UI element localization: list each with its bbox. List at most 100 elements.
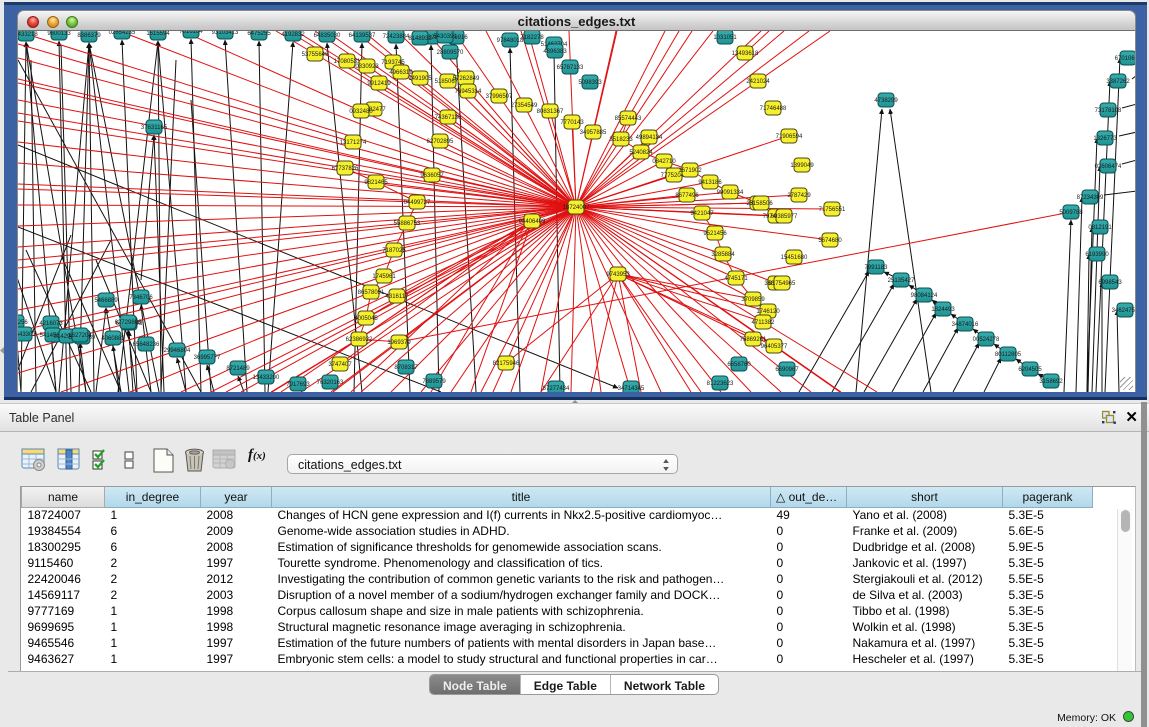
svg-text:9636057: 9636057 bbox=[420, 173, 444, 179]
svg-text:86578091: 86578091 bbox=[358, 290, 385, 296]
svg-text:3518233: 3518233 bbox=[609, 137, 633, 143]
svg-text:0812191: 0812191 bbox=[1088, 225, 1112, 231]
svg-text:6193990: 6193990 bbox=[1085, 252, 1109, 258]
svg-text:2787429: 2787429 bbox=[787, 193, 811, 199]
svg-text:02654235: 02654235 bbox=[109, 31, 136, 36]
svg-text:6658760: 6658760 bbox=[727, 362, 751, 368]
svg-text:65648236: 65648236 bbox=[133, 342, 160, 348]
svg-text:0842710: 0842710 bbox=[652, 159, 676, 165]
svg-text:7816184: 7816184 bbox=[179, 31, 203, 35]
svg-text:98084124: 98084124 bbox=[911, 293, 938, 299]
svg-text:3285884: 3285884 bbox=[711, 252, 735, 258]
svg-text:5009788: 5009788 bbox=[1059, 210, 1083, 216]
svg-text:04499727: 04499727 bbox=[404, 200, 431, 206]
svg-text:62702895: 62702895 bbox=[427, 139, 454, 145]
svg-text:73178108: 73178108 bbox=[1095, 108, 1122, 114]
svg-text:36995777: 36995777 bbox=[194, 355, 221, 361]
svg-text:9413186: 9413186 bbox=[698, 180, 722, 186]
svg-text:5158506: 5158506 bbox=[749, 201, 773, 207]
svg-text:13171274: 13171274 bbox=[340, 140, 367, 146]
svg-text:34714345: 34714345 bbox=[618, 386, 645, 392]
svg-text:7917693: 7917693 bbox=[286, 382, 310, 388]
svg-text:76320163: 76320163 bbox=[317, 380, 344, 386]
svg-text:0330923: 0330923 bbox=[355, 64, 379, 70]
svg-text:1969379: 1969379 bbox=[387, 340, 411, 346]
svg-text:1615594: 1615594 bbox=[146, 31, 170, 37]
svg-text:76945314: 76945314 bbox=[455, 89, 482, 95]
svg-text:3747407: 3747407 bbox=[328, 362, 352, 368]
svg-text:8677496: 8677496 bbox=[675, 193, 699, 199]
svg-text:0433218: 0433218 bbox=[18, 32, 38, 38]
svg-text:5430391: 5430391 bbox=[433, 34, 457, 40]
svg-text:8386379: 8386379 bbox=[77, 33, 101, 39]
svg-text:9600133: 9600133 bbox=[47, 31, 71, 37]
svg-text:4005045: 4005045 bbox=[354, 316, 378, 322]
svg-text:72423884: 72423884 bbox=[383, 34, 410, 40]
svg-text:34874016: 34874016 bbox=[952, 322, 979, 328]
svg-text:71746488: 71746488 bbox=[760, 106, 787, 112]
svg-text:9421047: 9421047 bbox=[690, 211, 714, 217]
svg-text:80831367: 80831367 bbox=[537, 109, 564, 115]
svg-text:3709859: 3709859 bbox=[741, 297, 765, 303]
svg-text:67010651: 67010651 bbox=[1115, 56, 1136, 62]
svg-text:9821465: 9821465 bbox=[364, 180, 388, 186]
svg-text:1031051: 1031051 bbox=[713, 35, 737, 41]
svg-text:15451680: 15451680 bbox=[781, 255, 808, 261]
svg-text:94406409: 94406409 bbox=[519, 219, 546, 225]
svg-text:37631165: 37631165 bbox=[141, 125, 168, 131]
svg-text:7543303: 7543303 bbox=[18, 332, 36, 338]
svg-text:7187026: 7187026 bbox=[382, 248, 406, 254]
svg-text:4896383: 4896383 bbox=[543, 49, 567, 55]
svg-text:18724007: 18724007 bbox=[563, 205, 590, 211]
svg-text:5466889: 5466889 bbox=[94, 298, 118, 304]
svg-text:6475255: 6475255 bbox=[247, 31, 271, 37]
svg-text:99091334: 99091334 bbox=[717, 190, 744, 196]
svg-text:1399049: 1399049 bbox=[790, 163, 814, 169]
svg-text:6690967: 6690967 bbox=[775, 367, 799, 373]
svg-text:4711382: 4711382 bbox=[752, 320, 776, 326]
svg-text:29946804: 29946804 bbox=[164, 348, 191, 354]
svg-text:4192832: 4192832 bbox=[281, 32, 305, 38]
svg-text:87234309: 87234309 bbox=[1077, 195, 1104, 201]
svg-text:4060883: 4060883 bbox=[101, 336, 125, 342]
svg-text:81754965: 81754965 bbox=[769, 281, 796, 287]
svg-text:74367136: 74367136 bbox=[435, 115, 462, 121]
svg-text:1824493: 1824493 bbox=[931, 307, 955, 313]
svg-text:13493618: 13493618 bbox=[732, 51, 759, 57]
svg-text:8148932: 8148932 bbox=[408, 36, 432, 42]
svg-text:27354549: 27354549 bbox=[511, 103, 538, 109]
svg-text:2421024: 2421024 bbox=[746, 79, 770, 85]
svg-text:2260256: 2260256 bbox=[18, 320, 28, 326]
svg-text:5674680: 5674680 bbox=[818, 238, 842, 244]
svg-text:9521456: 9521456 bbox=[703, 231, 727, 237]
svg-text:96405377: 96405377 bbox=[761, 344, 788, 350]
svg-text:1746120: 1746120 bbox=[756, 309, 780, 315]
svg-text:4216073: 4216073 bbox=[39, 321, 63, 327]
svg-text:62729806: 62729806 bbox=[115, 320, 142, 326]
svg-text:1491905: 1491905 bbox=[408, 76, 432, 82]
svg-text:71906594: 71906594 bbox=[776, 134, 803, 140]
svg-text:1326773: 1326773 bbox=[1093, 136, 1117, 142]
svg-text:37996507: 37996507 bbox=[486, 94, 513, 100]
svg-text:9912419: 9912419 bbox=[367, 81, 391, 87]
svg-text:6998543: 6998543 bbox=[1098, 280, 1122, 286]
svg-text:7182278: 7182278 bbox=[520, 35, 544, 41]
svg-text:34624751: 34624751 bbox=[1112, 308, 1136, 314]
svg-text:65787133: 65787133 bbox=[557, 65, 584, 71]
svg-text:53755646: 53755646 bbox=[302, 52, 329, 58]
svg-text:64835030: 64835030 bbox=[314, 33, 341, 39]
svg-text:5240824: 5240824 bbox=[629, 150, 653, 156]
svg-text:57262849: 57262849 bbox=[453, 76, 480, 82]
svg-text:8721489: 8721489 bbox=[226, 366, 250, 372]
svg-text:7991183: 7991183 bbox=[865, 265, 889, 271]
svg-text:4745171: 4745171 bbox=[724, 276, 748, 282]
svg-text:1671902: 1671902 bbox=[678, 168, 702, 174]
svg-text:49894134: 49894134 bbox=[636, 135, 663, 141]
svg-text:81223623: 81223623 bbox=[707, 381, 734, 387]
svg-text:87277434: 87277434 bbox=[543, 386, 570, 392]
svg-text:6204505: 6204505 bbox=[1018, 367, 1042, 373]
svg-text:9743953: 9743953 bbox=[606, 272, 630, 278]
svg-text:3387262: 3387262 bbox=[1106, 79, 1130, 85]
svg-text:55886753: 55886753 bbox=[394, 221, 421, 227]
svg-text:0932480: 0932480 bbox=[349, 109, 373, 115]
